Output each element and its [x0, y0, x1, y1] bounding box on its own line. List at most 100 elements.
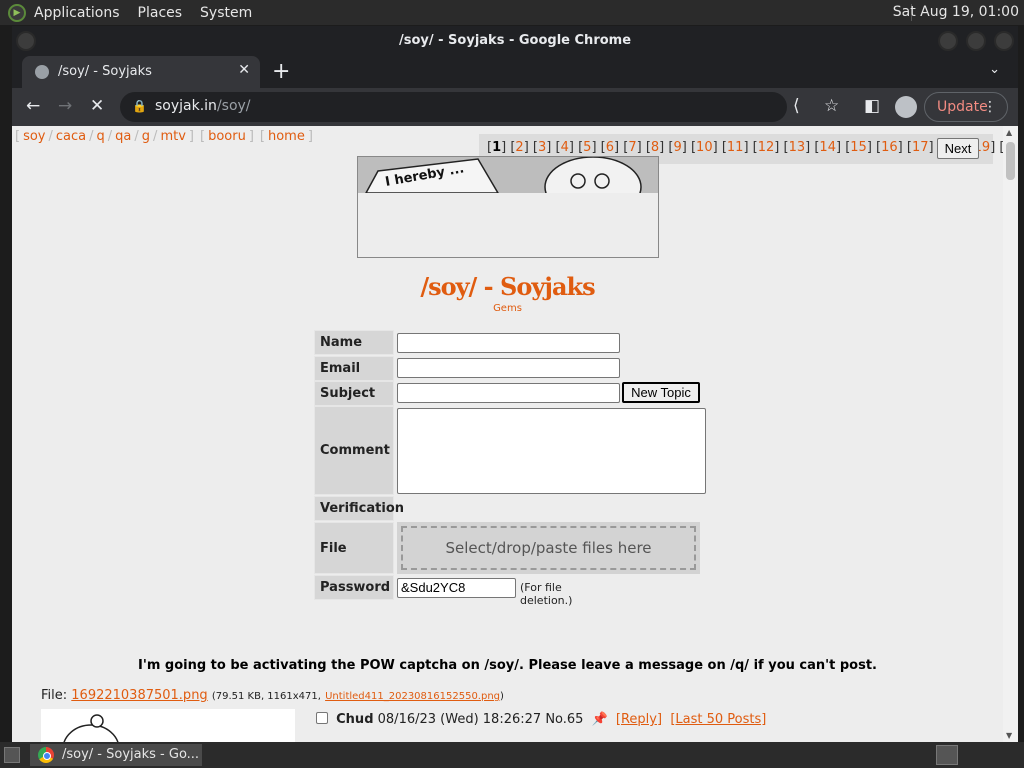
- close-window-button[interactable]: [994, 31, 1014, 51]
- browser-toolbar: ← → ✕ 🔒 soyjak.in/soy/ ⟨ ☆ ◧ Update ⋮: [12, 88, 1018, 126]
- clock[interactable]: Sat Aug 19, 01:00: [893, 4, 1019, 20]
- next-page-button[interactable]: Next: [937, 138, 979, 159]
- page-link-4[interactable]: 4: [561, 140, 569, 155]
- tab-search-chevron-down-icon[interactable]: ⌄: [989, 62, 1000, 77]
- system-menu[interactable]: System: [200, 5, 252, 21]
- post-select-checkbox[interactable]: [316, 712, 328, 724]
- address-bar[interactable]: 🔒 soyjak.in/soy/: [120, 92, 787, 122]
- file-label-text: File:: [41, 688, 68, 703]
- file-label: File: [314, 522, 394, 574]
- scrollbar-thumb[interactable]: [1006, 142, 1015, 180]
- taskbar-chrome-window[interactable]: /soy/ - Soyjaks - Go...: [30, 744, 202, 766]
- url-text[interactable]: soyjak.in/soy/: [155, 98, 251, 114]
- file-link[interactable]: 1692210387501.png: [71, 688, 207, 703]
- page-link-14[interactable]: 14: [819, 140, 836, 155]
- page-current: 1: [492, 140, 502, 155]
- board-title: /soy/ - Soyjaks: [420, 272, 595, 301]
- post-date: 08/16/23 (Wed) 18:26:27: [377, 712, 542, 727]
- password-label: Password: [314, 575, 394, 600]
- distro-logo-icon[interactable]: ▶: [8, 3, 26, 22]
- post-file-info: File: 1692210387501.png (79.51 KB, 1161x…: [41, 688, 504, 703]
- page-link-12[interactable]: 12: [758, 140, 775, 155]
- reply-link[interactable]: [Reply]: [616, 712, 662, 727]
- show-desktop-button[interactable]: [4, 747, 20, 763]
- page-link-16[interactable]: 16: [881, 140, 898, 155]
- dropzone-text[interactable]: Select/drop/paste files here: [401, 526, 696, 570]
- side-panel-icon[interactable]: ◧: [864, 96, 880, 116]
- password-note: (For file deletion.): [520, 581, 573, 607]
- stop-loading-icon[interactable]: ✕: [90, 96, 104, 116]
- share-icon[interactable]: ⟨: [793, 96, 800, 116]
- name-field[interactable]: [397, 333, 620, 353]
- board-list: [soy / caca / q / qa / g / mtv][booru][home]: [15, 129, 313, 144]
- page-link-2[interactable]: 2: [515, 140, 523, 155]
- update-label: Update: [937, 99, 988, 115]
- page-link-17[interactable]: 17: [912, 140, 929, 155]
- page-link-13[interactable]: 13: [789, 140, 806, 155]
- bookmark-star-icon[interactable]: ☆: [824, 96, 839, 116]
- scroll-down-arrow-icon[interactable]: ▼: [1006, 731, 1012, 740]
- email-label: Email: [314, 356, 394, 381]
- taskbar-window-title: /soy/ - Soyjaks - Go...: [62, 747, 200, 762]
- comment-textarea[interactable]: [397, 408, 706, 494]
- web-page: [soy / caca / q / qa / g / mtv][booru][home] [1] […: [12, 126, 1003, 742]
- last-50-posts-link[interactable]: [Last 50 Posts]: [670, 712, 766, 727]
- file-dropzone[interactable]: Select/drop/paste files here: [397, 522, 700, 574]
- applications-menu[interactable]: Applications: [34, 5, 120, 21]
- announcement: I'm going to be activating the POW captc…: [138, 658, 877, 673]
- maximize-button[interactable]: [966, 31, 986, 51]
- subject-field[interactable]: [397, 383, 620, 403]
- page-link-7[interactable]: 7: [628, 140, 636, 155]
- board-subtitle: Gems: [493, 303, 522, 314]
- tray-chrome-icon[interactable]: [936, 745, 958, 765]
- browser-window: /soy/ - Soyjaks - Google Chrome /soy/ - …: [12, 26, 1018, 742]
- page-link-9[interactable]: 9: [673, 140, 681, 155]
- pin-icon: 📌: [591, 712, 608, 727]
- verification-label: Verification: [314, 496, 404, 521]
- window-title: /soy/ - Soyjaks - Google Chrome: [398, 33, 632, 48]
- minimize-button[interactable]: [938, 31, 958, 51]
- page-link-10[interactable]: 10: [696, 140, 713, 155]
- tab-soy[interactable]: /soy/ - Soyjaks ✕: [22, 56, 260, 88]
- profile-avatar[interactable]: [895, 96, 917, 118]
- banner-image: I hereby ...: [358, 157, 658, 193]
- board-link-booru[interactable]: booru: [208, 129, 246, 144]
- original-filename-link[interactable]: Untitled411_20230816152550.png: [325, 691, 500, 702]
- page-link-15[interactable]: 15: [850, 140, 867, 155]
- lock-icon[interactable]: 🔒: [132, 99, 147, 113]
- places-menu[interactable]: Places: [138, 5, 183, 21]
- board-link-home[interactable]: home: [268, 129, 305, 144]
- new-topic-button[interactable]: New Topic: [622, 382, 700, 403]
- post-number[interactable]: No.65: [545, 712, 583, 727]
- tab-favicon-icon: [35, 65, 49, 79]
- file-meta: (79.51 KB, 1161x471,: [211, 691, 321, 702]
- password-field[interactable]: &Sdu2YC8: [397, 578, 516, 598]
- forward-arrow-icon[interactable]: →: [58, 96, 72, 116]
- scroll-up-arrow-icon[interactable]: ▲: [1006, 128, 1012, 137]
- page-link-8[interactable]: 8: [651, 140, 659, 155]
- name-label: Name: [314, 330, 394, 355]
- board-link-qa[interactable]: qa: [115, 129, 131, 144]
- chrome-icon: [38, 747, 54, 763]
- update-button[interactable]: Update ⋮: [924, 92, 1008, 122]
- window-menu-button[interactable]: [16, 31, 36, 51]
- board-link-caca[interactable]: caca: [56, 129, 86, 144]
- board-link-g[interactable]: g: [142, 129, 150, 144]
- board-link-soy[interactable]: soy: [23, 129, 45, 144]
- board-link-mtv[interactable]: mtv: [160, 129, 185, 144]
- desktop-top-panel: ▶ Applications Places System Sat Aug 19,…: [0, 0, 1024, 25]
- page-scrollbar[interactable]: ▲ ▼: [1003, 126, 1018, 742]
- post-thumbnail[interactable]: [41, 709, 295, 742]
- poster-name: Chud: [336, 712, 374, 727]
- page-link-6[interactable]: 6: [606, 140, 614, 155]
- tab-close-icon[interactable]: ✕: [238, 62, 250, 78]
- window-titlebar[interactable]: /soy/ - Soyjaks - Google Chrome: [12, 26, 1018, 56]
- page-link-11[interactable]: 11: [727, 140, 744, 155]
- new-tab-button[interactable]: +: [272, 59, 290, 84]
- thumbnail-image: [41, 709, 295, 742]
- board-banner[interactable]: I hereby ...: [357, 156, 659, 258]
- email-field[interactable]: [397, 358, 620, 378]
- board-link-q[interactable]: q: [97, 129, 105, 144]
- kebab-menu-icon[interactable]: ⋮: [983, 93, 997, 121]
- back-arrow-icon[interactable]: ←: [26, 96, 40, 116]
